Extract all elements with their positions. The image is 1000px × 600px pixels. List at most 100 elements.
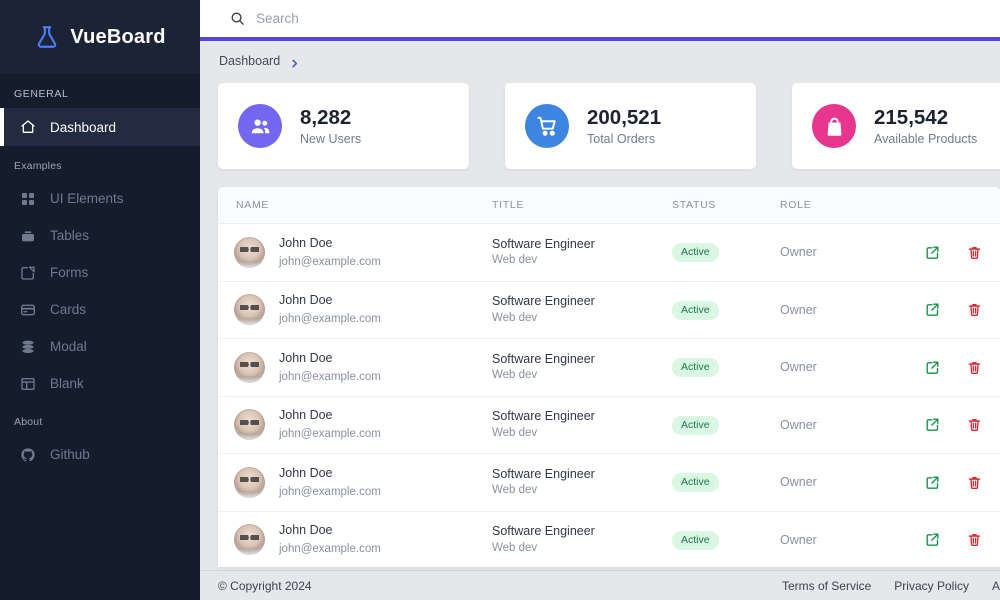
column-header-title: TITLE (492, 199, 525, 211)
table-row[interactable]: John Doe john@example.com Software Enginee… (218, 512, 1000, 568)
breadcrumb-item-dashboard[interactable]: Dashboard (219, 54, 280, 68)
grid-icon (20, 191, 36, 207)
sidebar-section-general: GENERAL (14, 88, 69, 100)
sidebar-section-examples: Examples (14, 160, 62, 172)
stat-card-available-products[interactable]: 215,542 Available Products (792, 83, 1000, 169)
user-email: john@example.com (279, 485, 381, 498)
column-header-role: ROLE (780, 199, 812, 211)
status-badge: Active (672, 358, 719, 378)
footer-link-about[interactable]: A (992, 579, 1000, 593)
stat-card-total-orders[interactable]: 200,521 Total Orders (505, 83, 756, 169)
cell-role: Owner (780, 301, 910, 319)
sidebar-item-forms[interactable]: Forms (0, 254, 200, 291)
users-table: NAME TITLE STATUS ROLE John Doe john@exam… (218, 187, 1000, 567)
trash-icon[interactable] (967, 245, 982, 260)
cell-role: Owner (780, 416, 910, 434)
cell-actions (910, 417, 1000, 432)
cell-title: Software Engineer Web dev (492, 523, 672, 556)
brand[interactable]: VueBoard (0, 0, 200, 74)
edit-icon[interactable] (925, 245, 940, 260)
footer: © Copyright 2024 Terms of Service Privac… (200, 570, 1000, 600)
search-input[interactable] (256, 11, 556, 26)
sidebar-item-modal[interactable]: Modal (0, 328, 200, 365)
cell-name: John Doe john@example.com (218, 464, 492, 501)
edit-icon[interactable] (925, 302, 940, 317)
cell-title: Software Engineer Web dev (492, 408, 672, 441)
cell-title: Software Engineer Web dev (492, 466, 672, 499)
stat-cards: 8,282 New Users 200,521 Total Orders 215… (200, 83, 1000, 169)
trash-icon[interactable] (967, 475, 982, 490)
sidebar-item-dashboard[interactable]: Dashboard (0, 108, 200, 146)
trash-icon[interactable] (967, 360, 982, 375)
avatar (234, 236, 265, 268)
main-content: Dashboard 8,282 New Users (200, 0, 1000, 600)
trash-icon[interactable] (967, 417, 982, 432)
cell-status: Active (672, 300, 780, 320)
user-role: Owner (780, 302, 817, 317)
status-badge: Active (672, 300, 719, 320)
table-row[interactable]: John Doe john@example.com Software Enginee… (218, 224, 1000, 282)
flask-icon (34, 24, 60, 50)
stat-card-new-users[interactable]: 8,282 New Users (218, 83, 469, 169)
job-title: Software Engineer (492, 294, 595, 309)
job-title: Software Engineer (492, 409, 595, 424)
cell-status: Active (672, 242, 780, 263)
stat-label: New Users (300, 132, 362, 147)
stat-value: 8,282 (300, 105, 352, 129)
job-subtitle: Web dev (492, 426, 538, 439)
sidebar-item-tables[interactable]: Tables (0, 217, 200, 254)
table-body: John Doe john@example.com Software Enginee… (218, 224, 1000, 567)
cell-status: Active (672, 415, 780, 435)
cell-role: Owner (780, 473, 910, 491)
user-email: john@example.com (279, 370, 381, 383)
table-row[interactable]: John Doe john@example.com Software Enginee… (218, 282, 1000, 339)
search-box[interactable] (230, 11, 556, 26)
user-name: John Doe (279, 408, 333, 423)
layers-icon (20, 339, 36, 355)
sidebar-item-ui-elements[interactable]: UI Elements (0, 180, 200, 217)
table-row[interactable]: John Doe john@example.com Software Enginee… (218, 397, 1000, 454)
table-icon (20, 228, 36, 244)
status-badge: Active (672, 530, 719, 550)
users-icon (238, 104, 282, 148)
table-row[interactable]: John Doe john@example.com Software Enginee… (218, 339, 1000, 397)
column-header-status: STATUS (672, 199, 717, 211)
sidebar: VueBoard GENERAL Dashboard Examples UI E… (0, 0, 200, 600)
brand-name: VueBoard (70, 25, 166, 48)
user-role: Owner (780, 417, 817, 432)
footer-link-privacy[interactable]: Privacy Policy (894, 579, 969, 593)
status-badge: Active (672, 473, 719, 493)
sidebar-item-label: UI Elements (50, 191, 124, 206)
trash-icon[interactable] (967, 302, 982, 317)
edit-icon[interactable] (925, 475, 940, 490)
app-root: VueBoard GENERAL Dashboard Examples UI E… (0, 0, 1000, 600)
sidebar-item-cards[interactable]: Cards (0, 291, 200, 328)
table-row[interactable]: John Doe john@example.com Software Enginee… (218, 454, 1000, 512)
job-title: Software Engineer (492, 524, 595, 539)
job-title: Software Engineer (492, 236, 595, 251)
breadcrumb: Dashboard (200, 41, 1000, 81)
user-name: John Doe (279, 523, 333, 538)
chevron-right-icon (289, 56, 300, 67)
cell-actions (910, 360, 1000, 375)
user-email: john@example.com (279, 543, 381, 556)
footer-link-terms[interactable]: Terms of Service (782, 579, 871, 593)
bag-icon (812, 104, 856, 148)
edit-icon[interactable] (925, 360, 940, 375)
edit-icon[interactable] (925, 532, 940, 547)
edit-icon[interactable] (925, 417, 940, 432)
sidebar-item-label: Cards (50, 302, 87, 317)
trash-icon[interactable] (967, 532, 982, 547)
home-icon (20, 119, 36, 135)
card-icon (20, 302, 36, 318)
user-role: Owner (780, 475, 817, 490)
avatar (234, 466, 265, 498)
sidebar-item-blank[interactable]: Blank (0, 365, 200, 402)
cell-name: John Doe john@example.com (218, 349, 492, 386)
cell-actions (910, 532, 1000, 547)
stat-label: Total Orders (587, 132, 656, 147)
sidebar-item-github[interactable]: Github (0, 436, 200, 473)
user-role: Owner (780, 245, 817, 260)
sidebar-item-label: Dashboard (50, 119, 117, 135)
copyright-text: © Copyright 2024 (218, 578, 312, 593)
